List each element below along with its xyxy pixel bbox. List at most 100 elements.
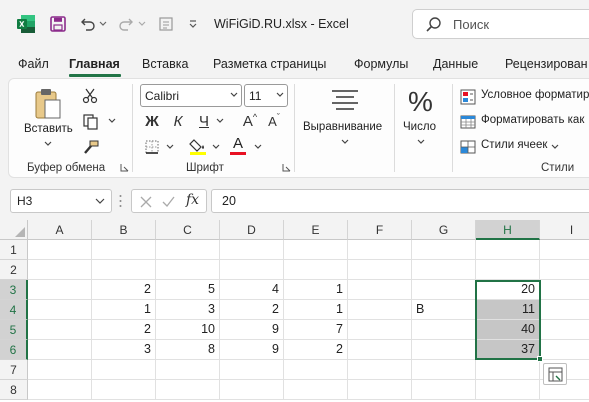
font-size-select[interactable]: 11 (244, 84, 288, 107)
column-header-e[interactable]: E (284, 220, 348, 240)
customize-toolbar-icon[interactable] (186, 12, 200, 36)
cell-a8[interactable] (28, 380, 92, 400)
cell-f1[interactable] (348, 240, 412, 260)
column-header-d[interactable]: D (220, 220, 284, 240)
cell-d6[interactable]: 9 (220, 340, 284, 360)
cell-d2[interactable] (220, 260, 284, 280)
enter-icon[interactable] (162, 196, 175, 208)
save-icon[interactable] (48, 12, 68, 36)
cell-f2[interactable] (348, 260, 412, 280)
row-header-5[interactable]: 5 (0, 320, 28, 340)
column-header-g[interactable]: G (412, 220, 476, 240)
column-header-b[interactable]: B (92, 220, 156, 240)
formula-input[interactable]: 20 (211, 189, 589, 213)
cell-d5[interactable]: 9 (220, 320, 284, 340)
cell-c6[interactable]: 8 (156, 340, 220, 360)
cell-a6[interactable] (28, 340, 92, 360)
undo-dropdown-icon[interactable] (98, 12, 108, 36)
cell-g8[interactable] (412, 380, 476, 400)
cell-b5[interactable]: 2 (92, 320, 156, 340)
cell-b2[interactable] (92, 260, 156, 280)
cell-styles-button[interactable]: Стили ячеек (460, 138, 570, 156)
cell-e8[interactable] (284, 380, 348, 400)
cell-a1[interactable] (28, 240, 92, 260)
cell-h5[interactable]: 40 (476, 320, 540, 340)
number-format-button[interactable]: % Число (398, 86, 444, 152)
tab-formulas[interactable]: Формулы (354, 57, 408, 71)
tab-insert[interactable]: Вставка (142, 57, 188, 71)
font-launcher-icon[interactable] (282, 163, 291, 172)
cell-g4[interactable]: B (412, 300, 476, 320)
cell-g7[interactable] (412, 360, 476, 380)
conditional-formatting-button[interactable]: Условное форматир (460, 88, 589, 106)
quick-analysis-button[interactable] (543, 363, 567, 385)
cell-h4[interactable]: 11 (476, 300, 540, 320)
alignment-button[interactable]: Выравнивание (300, 86, 388, 152)
cell-e7[interactable] (284, 360, 348, 380)
insert-function-icon[interactable]: fx (186, 192, 199, 208)
cell-e5[interactable]: 7 (284, 320, 348, 340)
cell-a2[interactable] (28, 260, 92, 280)
cell-g2[interactable] (412, 260, 476, 280)
increase-font-size-button[interactable]: A ^ (240, 111, 260, 131)
cell-f6[interactable] (348, 340, 412, 360)
cell-i5[interactable] (540, 320, 589, 340)
cell-g6[interactable] (412, 340, 476, 360)
cell-g3[interactable] (412, 280, 476, 300)
cell-b4[interactable]: 1 (92, 300, 156, 320)
font-color-dropdown-icon[interactable] (254, 143, 262, 152)
decrease-font-size-button[interactable]: Aˇ (264, 111, 284, 131)
cell-e2[interactable] (284, 260, 348, 280)
cell-h7[interactable] (476, 360, 540, 380)
cell-f5[interactable] (348, 320, 412, 340)
cell-e1[interactable] (284, 240, 348, 260)
cell-h3[interactable]: 20 (476, 280, 540, 300)
cell-b8[interactable] (92, 380, 156, 400)
column-header-i[interactable]: I (540, 220, 589, 240)
cell-a4[interactable] (28, 300, 92, 320)
tab-review[interactable]: Рецензирован (505, 57, 588, 71)
copy-dropdown-icon[interactable] (108, 117, 116, 126)
cell-b1[interactable] (92, 240, 156, 260)
underline-dropdown-icon[interactable] (216, 117, 224, 126)
cell-c3[interactable]: 5 (156, 280, 220, 300)
clipboard-launcher-icon[interactable] (120, 163, 129, 172)
cell-h1[interactable] (476, 240, 540, 260)
cell-g1[interactable] (412, 240, 476, 260)
cell-a3[interactable] (28, 280, 92, 300)
cell-d4[interactable]: 2 (220, 300, 284, 320)
row-header-8[interactable]: 8 (0, 380, 28, 400)
cell-c1[interactable] (156, 240, 220, 260)
undo-icon[interactable] (78, 12, 98, 36)
column-header-f[interactable]: F (348, 220, 412, 240)
cell-i1[interactable] (540, 240, 589, 260)
form-icon[interactable] (156, 12, 176, 36)
search-box[interactable]: Поиск (412, 9, 589, 39)
cell-f3[interactable] (348, 280, 412, 300)
cell-i4[interactable] (540, 300, 589, 320)
select-all-button[interactable] (0, 220, 28, 240)
fill-handle[interactable] (537, 356, 543, 362)
copy-icon[interactable] (80, 112, 100, 132)
cell-f4[interactable] (348, 300, 412, 320)
row-header-7[interactable]: 7 (0, 360, 28, 380)
paste-button[interactable]: Вставить (22, 86, 73, 148)
redo-icon[interactable] (116, 12, 136, 36)
cell-e3[interactable]: 1 (284, 280, 348, 300)
italic-button[interactable]: К (168, 111, 188, 131)
font-name-select[interactable]: Calibri (140, 84, 242, 107)
cell-c4[interactable]: 3 (156, 300, 220, 320)
row-header-4[interactable]: 4 (0, 300, 28, 320)
cell-b3[interactable]: 2 (92, 280, 156, 300)
cell-i6[interactable] (540, 340, 589, 360)
cell-i3[interactable] (540, 280, 589, 300)
format-as-table-button[interactable]: Форматировать как (460, 113, 589, 131)
column-header-a[interactable]: A (28, 220, 92, 240)
row-header-2[interactable]: 2 (0, 260, 28, 280)
row-header-1[interactable]: 1 (0, 240, 28, 260)
cell-h6[interactable]: 37 (476, 340, 540, 360)
borders-dropdown-icon[interactable] (166, 143, 174, 152)
cut-icon[interactable] (80, 86, 100, 106)
cancel-icon[interactable] (140, 196, 152, 208)
redo-dropdown-icon[interactable] (137, 12, 147, 36)
